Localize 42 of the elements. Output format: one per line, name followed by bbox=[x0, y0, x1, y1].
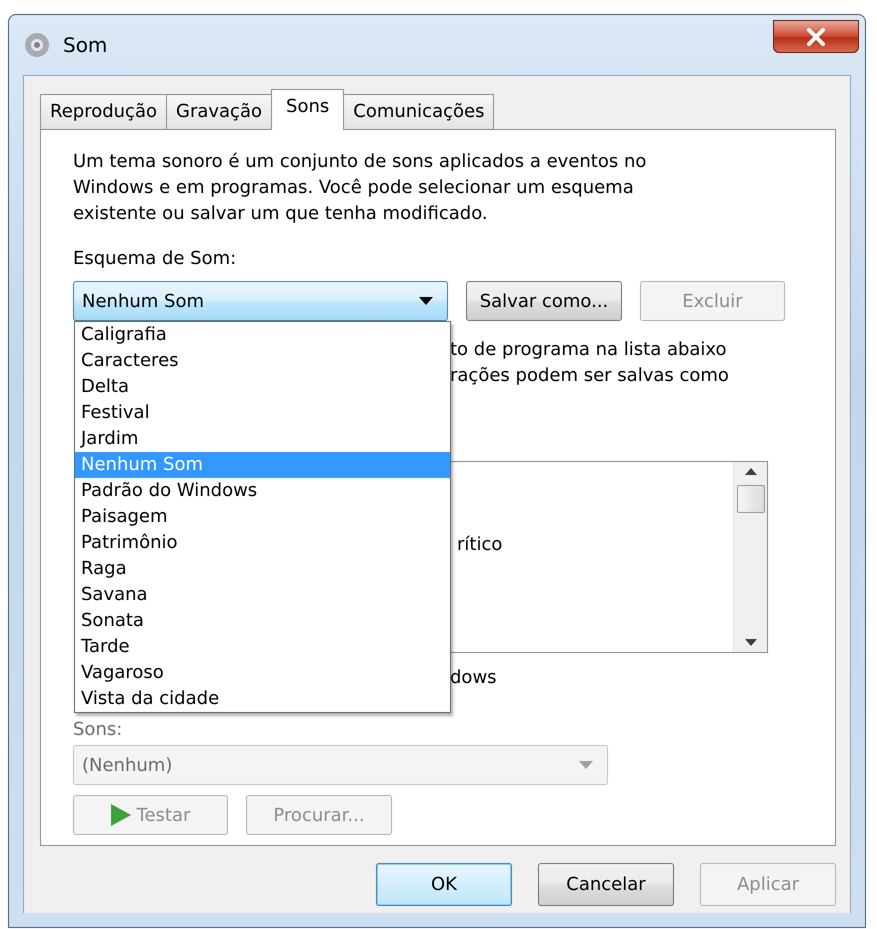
caret-icon bbox=[419, 297, 433, 305]
dropdown-value: Nenhum Som bbox=[82, 290, 204, 312]
dropdown-option[interactable]: Raga bbox=[75, 556, 450, 582]
dropdown-option[interactable]: Tarde bbox=[75, 634, 450, 660]
dropdown-option[interactable]: Delta bbox=[75, 374, 450, 400]
scrollbar[interactable] bbox=[733, 462, 767, 652]
dropdown-option[interactable]: Caracteres bbox=[75, 348, 450, 374]
scroll-thumb[interactable] bbox=[736, 485, 764, 513]
scheme-dropdown[interactable]: Nenhum Som bbox=[73, 281, 448, 321]
dropdown-option[interactable]: Vagaroso bbox=[75, 660, 450, 686]
dropdown-option[interactable]: Jardim bbox=[75, 426, 450, 452]
tab[interactable]: Gravação bbox=[166, 94, 272, 129]
list-item[interactable]: rítico bbox=[457, 532, 733, 558]
caret-icon bbox=[579, 761, 593, 769]
window-title: Som bbox=[63, 33, 108, 57]
checkbox-label[interactable]: dows bbox=[450, 665, 768, 691]
tab[interactable]: Reprodução bbox=[40, 94, 167, 129]
up-arrow-icon bbox=[744, 468, 756, 475]
close-icon bbox=[806, 28, 826, 46]
ok-button[interactable]: OK bbox=[376, 863, 512, 906]
down-arrow-icon bbox=[744, 639, 756, 646]
dropdown-option[interactable]: Patrimônio bbox=[75, 530, 450, 556]
description-text: Um tema sonoro é um conjunto de sons aplicados a eventos no Windows e em programas. Você pode selecionar um esquema existente ou salvar um que tenha modificado. bbox=[73, 150, 648, 226]
dropdown-option[interactable]: Caligrafia bbox=[75, 322, 450, 348]
dropdown-value: (Nenhum) bbox=[82, 754, 172, 776]
tab[interactable]: Sons bbox=[271, 89, 344, 130]
save-as-button[interactable]: Salvar como... bbox=[466, 281, 622, 321]
dropdown-option[interactable]: Padrão do Windows bbox=[75, 478, 450, 504]
dropdown-option[interactable]: Paisagem bbox=[75, 504, 450, 530]
dropdown-option[interactable]: Vista da cidade bbox=[75, 686, 450, 712]
description-text: to de programa na lista abaixo bbox=[450, 338, 728, 362]
field-label: Esquema de Som: bbox=[73, 247, 238, 271]
dropdown-option[interactable]: Savana bbox=[75, 582, 450, 608]
field-label: Sons: bbox=[73, 719, 124, 741]
play-icon bbox=[110, 804, 131, 826]
dropdown-option[interactable]: Sonata bbox=[75, 608, 450, 634]
close-button[interactable] bbox=[773, 20, 859, 53]
cancel-button[interactable]: Cancelar bbox=[538, 863, 674, 906]
tab[interactable]: Comunicações bbox=[343, 94, 494, 129]
dropdown-option[interactable]: Festival bbox=[75, 400, 450, 426]
description-text: rações podem ser salvas como bbox=[450, 364, 730, 388]
speaker-icon bbox=[23, 31, 51, 59]
